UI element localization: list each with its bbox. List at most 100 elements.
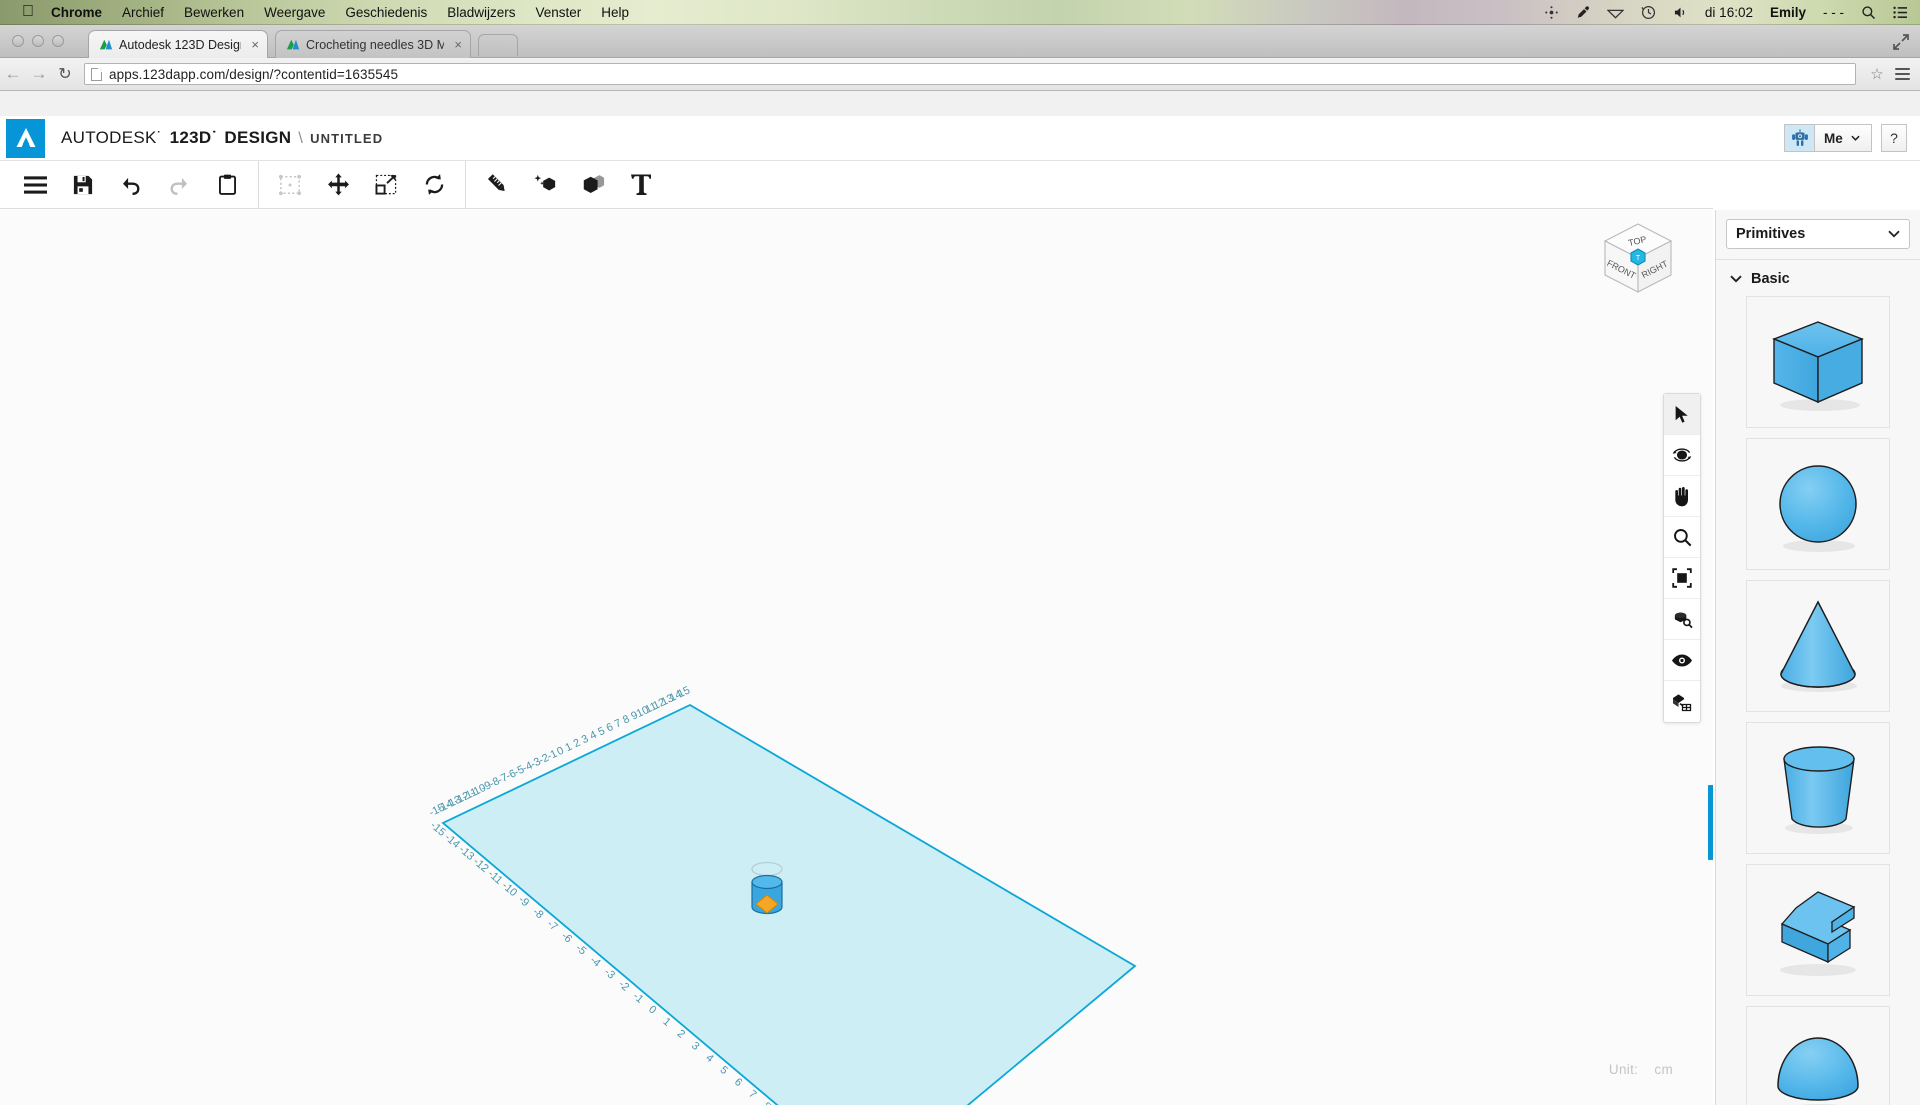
menu-item-archief[interactable]: Archief (122, 5, 164, 20)
chevron-down-icon (1851, 132, 1860, 144)
browser-tab-inactive[interactable]: Crocheting needles 3D Mo × (275, 30, 471, 58)
rotate-icon[interactable] (410, 161, 458, 209)
select-cursor-icon[interactable] (1664, 394, 1700, 435)
volume-icon[interactable] (1673, 6, 1688, 19)
undo-icon[interactable] (107, 161, 155, 209)
browser-tab-title: Autodesk 123D Design (119, 37, 242, 52)
wifi-icon[interactable] (1606, 7, 1624, 19)
menubar-extra[interactable]: - - - (1823, 5, 1844, 20)
address-bar-text: apps.123dapp.com/design/?contentid=16355… (109, 66, 399, 82)
panel-resize-handle[interactable] (1708, 785, 1713, 860)
menu-item-chrome[interactable]: Chrome (51, 5, 102, 20)
pan-hand-icon[interactable] (1664, 476, 1700, 517)
close-icon[interactable]: × (251, 37, 259, 52)
shape-card-cone[interactable] (1746, 580, 1890, 712)
save-icon[interactable] (59, 161, 107, 209)
spotlight-search-icon[interactable] (1861, 5, 1876, 20)
account-group[interactable]: Me (1784, 124, 1872, 152)
close-icon[interactable]: × (454, 37, 462, 52)
paste-icon[interactable] (203, 161, 251, 209)
menubar-user[interactable]: Emily (1770, 5, 1806, 20)
zoom-magnifier-icon[interactable] (1664, 517, 1700, 558)
shape-card-wedge[interactable] (1746, 864, 1890, 996)
shape-card-sphere[interactable] (1746, 438, 1890, 570)
ruler-tick-label: 4 (703, 1052, 715, 1065)
account-menu-button[interactable]: Me (1814, 124, 1872, 152)
redo-icon[interactable] (155, 161, 203, 209)
zoom-object-icon[interactable] (1664, 599, 1700, 640)
construct-icon[interactable] (569, 161, 617, 209)
back-button[interactable]: ← (0, 64, 26, 84)
shape-card-hemisphere[interactable] (1746, 1006, 1890, 1105)
orbit-icon[interactable] (1664, 435, 1700, 476)
svg-text:T: T (1636, 255, 1641, 262)
apple-icon[interactable]:  (22, 3, 34, 20)
close-window-button[interactable] (12, 35, 24, 47)
shape-card-box[interactable] (1746, 296, 1890, 428)
visibility-eye-icon[interactable] (1664, 640, 1700, 681)
notification-center-icon[interactable] (1893, 6, 1908, 19)
unit-indicator: Unit: cm (1609, 1062, 1673, 1077)
brand-product-short: 123D˙ (169, 128, 218, 147)
browser-tab-active[interactable]: Autodesk 123D Design × (88, 30, 268, 58)
star-icon[interactable]: ☆ (1864, 65, 1890, 83)
browser-tabstrip: Autodesk 123D Design × Crocheting needle… (0, 25, 1920, 58)
autodesk-favicon (99, 38, 113, 52)
chevron-down-icon (1888, 226, 1900, 242)
ruler-tick-label: 0 (646, 1004, 658, 1017)
unit-prefix: Unit: (1608, 1062, 1639, 1077)
maximize-window-button[interactable] (52, 35, 64, 47)
brand-separator: \ (298, 130, 304, 147)
app-header-actions: Me ? (1784, 124, 1920, 152)
select-transform-icon[interactable] (266, 161, 314, 209)
menu-icon[interactable] (11, 161, 59, 209)
forward-button[interactable]: → (26, 64, 52, 84)
page-info-icon[interactable] (91, 67, 102, 81)
chevron-down-icon (1730, 271, 1742, 287)
text-icon[interactable] (617, 161, 665, 209)
ruler-tick-label: 1 (660, 1016, 672, 1029)
panel-group-basic[interactable]: Basic (1716, 260, 1920, 296)
panel-category-label: Primitives (1736, 226, 1806, 242)
browser-tab-title: Crocheting needles 3D Mo (306, 37, 445, 52)
account-label: Me (1824, 130, 1843, 146)
timemachine-icon[interactable] (1641, 5, 1656, 20)
browser-toolbar: ← → ↻ apps.123dapp.com/design/?contentid… (0, 58, 1920, 91)
menu-item-bewerken[interactable]: Bewerken (184, 5, 244, 20)
chrome-menu-icon[interactable] (1890, 68, 1920, 80)
workplane-grid: -15-14-13-12-11-10-9-8-7-6-5-4-3-2-10123… (427, 684, 1137, 1105)
minimize-window-button[interactable] (32, 35, 44, 47)
sketch-icon[interactable] (473, 161, 521, 209)
move-icon[interactable] (314, 161, 362, 209)
3d-canvas[interactable]: -15 -14 -13 -12 -11 -10 -9 -8 -7 -6 -5 -4 -3 -2 -1 0 1 2 3… (0, 210, 1713, 1105)
menu-item-bladwijzers[interactable]: Bladwijzers (447, 5, 515, 20)
ruler-tick-label: 3 (689, 1040, 701, 1053)
eyedropper-icon[interactable] (1576, 5, 1590, 20)
reload-button[interactable]: ↻ (52, 64, 78, 84)
menu-item-help[interactable]: Help (601, 5, 629, 20)
view-cube[interactable]: TOP FRONT RIGHT T (1595, 218, 1681, 304)
menu-item-geschiedenis[interactable]: Geschiedenis (345, 5, 427, 20)
autodesk-favicon (286, 38, 300, 52)
panel-category-dropdown[interactable]: Primitives (1726, 219, 1910, 249)
os-menu-bar:  Chrome Archief Bewerken Weergave Gesch… (0, 0, 1920, 25)
app-header: AUTODESK˙ 123D˙ DESIGN \ UNTITLED Me ? (0, 116, 1920, 161)
fit-to-window-icon[interactable] (1664, 558, 1700, 599)
bluetooth-transfer-icon[interactable] (1544, 5, 1559, 20)
primitives-icon[interactable] (521, 161, 569, 209)
window-traffic-lights[interactable] (12, 35, 64, 47)
menu-item-weergave[interactable]: Weergave (264, 5, 325, 20)
shape-card-cylinder[interactable] (1746, 722, 1890, 854)
robot-avatar[interactable] (1784, 124, 1814, 152)
brand-product: DESIGN (224, 128, 292, 147)
app-title: AUTODESK˙ 123D˙ DESIGN \ UNTITLED (61, 128, 383, 148)
menubar-clock[interactable]: di 16:02 (1705, 5, 1753, 20)
address-bar[interactable]: apps.123dapp.com/design/?contentid=16355… (84, 63, 1856, 85)
menu-item-venster[interactable]: Venster (535, 5, 581, 20)
help-button[interactable]: ? (1881, 124, 1907, 152)
home-hex-icon: T (1630, 248, 1646, 266)
fullscreen-icon[interactable] (1892, 33, 1910, 51)
new-tab-button[interactable] (478, 34, 518, 56)
materials-icon[interactable] (1664, 681, 1700, 722)
scale-icon[interactable] (362, 161, 410, 209)
